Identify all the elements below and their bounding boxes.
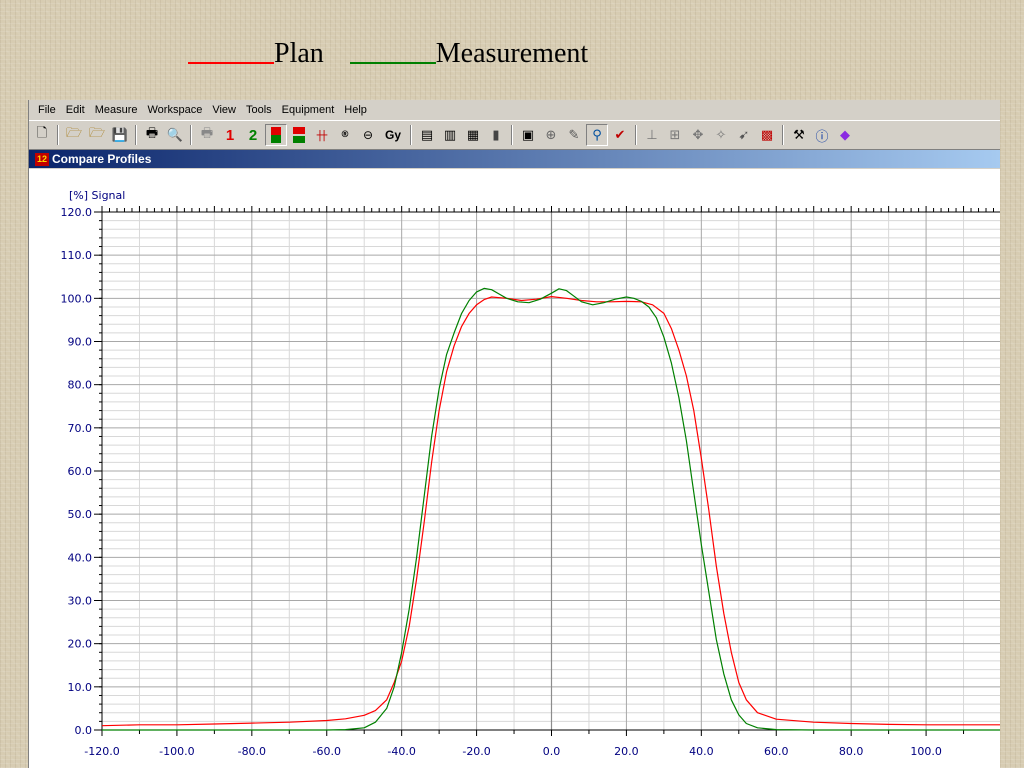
layer-1-button[interactable]: 1 — [219, 124, 241, 146]
x-tick-label: -80.0 — [238, 745, 266, 758]
menu-help[interactable]: Help — [339, 104, 372, 116]
y-axis-label: [%] Signal — [69, 189, 125, 202]
toolbar-separator — [511, 125, 513, 145]
roi-icon[interactable]: ® — [334, 124, 356, 146]
x-tick-label: -40.0 — [387, 745, 415, 758]
menu-workspace[interactable]: Workspace — [143, 104, 208, 116]
toolbar-separator — [635, 125, 637, 145]
menu-edit[interactable]: Edit — [61, 104, 90, 116]
print-icon[interactable]: 🖶 — [141, 124, 163, 146]
plan-legend-label: Plan — [274, 38, 324, 69]
measure-icon[interactable]: ⊥ — [641, 124, 663, 146]
menu-equipment[interactable]: Equipment — [277, 104, 340, 116]
tools-icon[interactable]: ✧ — [710, 124, 732, 146]
hammer-icon[interactable]: ⚒ — [788, 124, 810, 146]
traffic-light-icon[interactable] — [265, 124, 287, 146]
compare-graphic — [293, 127, 305, 143]
document-icon[interactable]: ▤ — [416, 124, 438, 146]
save-icon[interactable]: 💾 — [109, 124, 131, 146]
traffic-light-graphic — [271, 127, 281, 143]
app-icon: 12 — [35, 152, 49, 166]
window-title: Compare Profiles — [52, 152, 152, 166]
y-tick-label: 70.0 — [68, 422, 93, 435]
layer-2-button[interactable]: 2 — [242, 124, 264, 146]
y-tick-label: 80.0 — [68, 379, 93, 392]
y-tick-label: 10.0 — [68, 681, 93, 694]
x-tick-label: -120.0 — [84, 745, 119, 758]
zoom-all-icon[interactable]: ⊖ — [357, 124, 379, 146]
x-tick-label: 40.0 — [689, 745, 714, 758]
x-tick-label: -60.0 — [313, 745, 341, 758]
menu-tools[interactable]: Tools — [241, 104, 277, 116]
x-tick-label: 80.0 — [839, 745, 864, 758]
x-tick-label: 0.0 — [543, 745, 561, 758]
x-tick-label: -20.0 — [462, 745, 490, 758]
info-icon[interactable]: ⓘ — [811, 124, 833, 146]
x-tick-label: 60.0 — [764, 745, 789, 758]
app-window: File Edit Measure Workspace View Tools E… — [28, 100, 1000, 768]
point-icon[interactable]: ▣ — [517, 124, 539, 146]
open-icon[interactable]: 🗁 — [63, 124, 85, 146]
measurement-legend-label: Measurement — [435, 38, 589, 69]
print-preview-icon[interactable]: 🔍 — [164, 124, 186, 146]
y-tick-label: 60.0 — [68, 465, 93, 478]
compare-profiles-titlebar[interactable]: 12 Compare Profiles — [29, 150, 1000, 168]
arrow-icon[interactable]: ➹ — [733, 124, 755, 146]
y-tick-label: 120.0 — [61, 206, 93, 219]
y-tick-label: 50.0 — [68, 508, 93, 521]
slide-legend: Plan Measurement — [188, 30, 588, 70]
profile-grid-icon[interactable]: 卄 — [311, 124, 333, 146]
toolbar-separator — [190, 125, 192, 145]
profile-chart: 0.0 10.0 20.0 30.0 40.0 50.0 60.0 70.0 80.0 90.0 1… — [61, 189, 1000, 758]
y-tick-label: 0.0 — [75, 724, 93, 737]
y-tick-label: 20.0 — [68, 638, 93, 651]
measurement-legend-swatch — [349, 62, 436, 64]
m-table-icon[interactable]: ▦ — [462, 124, 484, 146]
y-tick-label: 40.0 — [68, 551, 93, 564]
menu-bar: File Edit Measure Workspace View Tools E… — [29, 100, 1000, 120]
printer-setup-icon[interactable]: 🖶 — [196, 124, 218, 146]
x-tick-label: 20.0 — [614, 745, 639, 758]
y-tick-label: 100.0 — [61, 292, 93, 305]
globe-icon[interactable]: ⊕ — [540, 124, 562, 146]
toolbar-separator — [410, 125, 412, 145]
toolbar-separator — [782, 125, 784, 145]
scan-grid-icon[interactable]: ▩ — [756, 124, 778, 146]
gy-button[interactable]: Gy — [380, 124, 406, 146]
pen-icon[interactable]: ✎ — [563, 124, 585, 146]
new-icon[interactable]: 🗋 — [31, 124, 53, 146]
plot-area[interactable]: 0.0 10.0 20.0 30.0 40.0 50.0 60.0 70.0 80.0 90.0 1… — [29, 169, 1000, 768]
toolbar: 🗋 🗁 🗁 💾 🖶 🔍 🖶 1 2 卄 ® ⊖ Gy ▤ ▥ ▦ ▮ ▣ ⊕ ✎… — [29, 120, 1000, 150]
y-tick-label: 30.0 — [68, 595, 93, 608]
grid-measure-icon[interactable]: ⊞ — [664, 124, 686, 146]
plan-legend-swatch — [188, 62, 274, 64]
scan-icon[interactable]: ⚲ — [586, 124, 608, 146]
y-tick-label: 90.0 — [68, 336, 93, 349]
compare-check-icon[interactable]: ✔ — [609, 124, 631, 146]
toolbar-separator — [57, 125, 59, 145]
move-icon[interactable]: ✥ — [687, 124, 709, 146]
x-tick-label: -100.0 — [159, 745, 194, 758]
open-special-icon[interactable]: 🗁 — [86, 124, 108, 146]
histogram-icon[interactable]: ▮ — [485, 124, 507, 146]
y-tick-label: 110.0 — [61, 249, 93, 262]
menu-file[interactable]: File — [33, 104, 61, 116]
x-tick-label: 100.0 — [910, 745, 942, 758]
info-table-icon[interactable]: ▥ — [439, 124, 461, 146]
menu-view[interactable]: View — [207, 104, 241, 116]
compare-icon[interactable] — [288, 124, 310, 146]
menu-measure[interactable]: Measure — [90, 104, 143, 116]
book-icon[interactable]: ◆ — [834, 124, 856, 146]
toolbar-separator — [135, 125, 137, 145]
